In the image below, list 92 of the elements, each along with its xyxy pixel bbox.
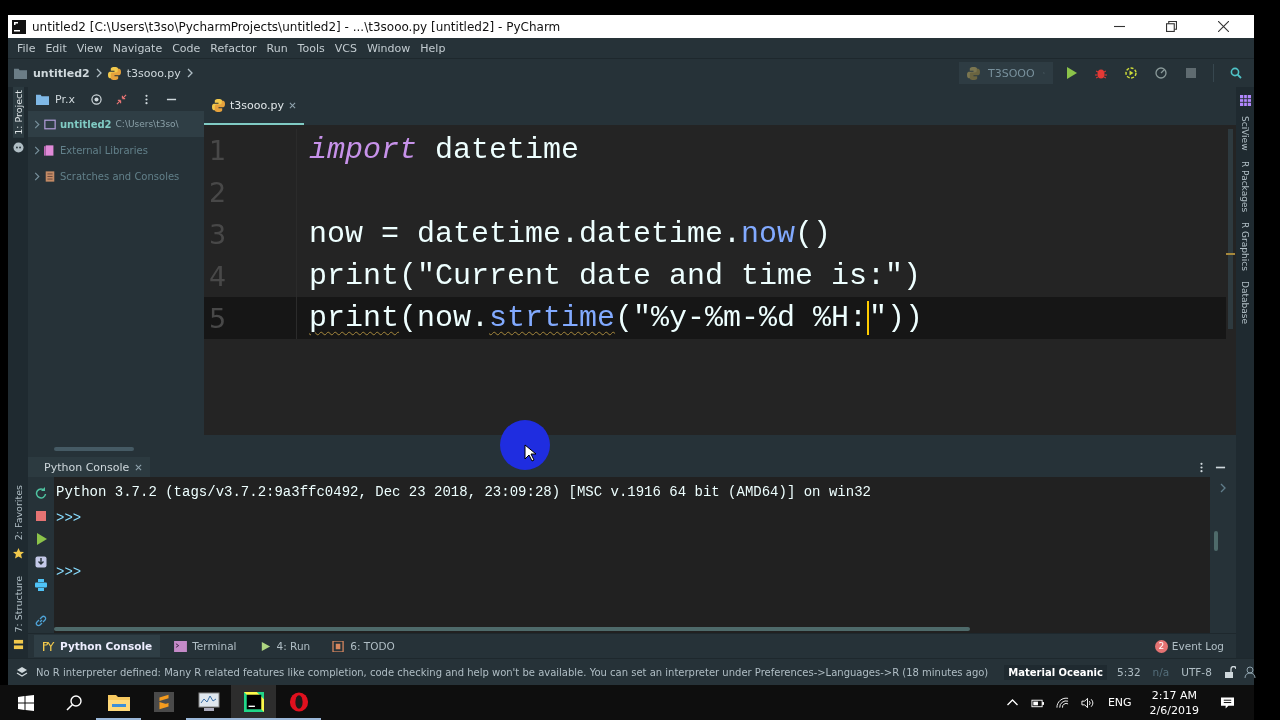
menu-item[interactable]: Tools bbox=[292, 41, 330, 55]
tool-window-tab[interactable]: 2: Favorites bbox=[12, 482, 24, 544]
chevron-right-icon bbox=[34, 145, 40, 155]
editor-tab[interactable]: t3sooo.py bbox=[204, 87, 305, 125]
download-icon[interactable] bbox=[35, 556, 47, 568]
grid-icon bbox=[1239, 95, 1251, 106]
folder-icon bbox=[36, 92, 49, 106]
menu-item[interactable]: Run bbox=[261, 41, 293, 55]
chevron-right-icon bbox=[186, 68, 193, 78]
tool-window-tab[interactable]: R Packages bbox=[1240, 160, 1250, 212]
tool-window-tab[interactable]: SciView bbox=[1240, 116, 1250, 151]
tool-tab[interactable]: Terminal bbox=[166, 635, 245, 657]
tool-window-tab[interactable]: 1: Project bbox=[12, 87, 24, 138]
tool-window-tab[interactable]: 7: Structure bbox=[12, 572, 24, 635]
notes-icon bbox=[44, 170, 56, 182]
tool-tab[interactable]: 4: Run bbox=[250, 635, 319, 657]
chevron-right-icon[interactable] bbox=[1220, 483, 1226, 493]
mouse-pointer-icon bbox=[524, 444, 536, 462]
wifi-icon[interactable] bbox=[1055, 696, 1069, 709]
tool-tab[interactable]: Python Console bbox=[34, 635, 161, 657]
breadcrumb-item[interactable]: t3sooo.py bbox=[126, 66, 181, 80]
search-icon[interactable] bbox=[66, 694, 82, 711]
encoding-label[interactable]: UTF-8 bbox=[1179, 666, 1214, 678]
printer-icon[interactable] bbox=[35, 579, 47, 591]
tool-window-tab[interactable]: Database bbox=[1240, 280, 1250, 324]
restore-icon[interactable] bbox=[1166, 21, 1177, 32]
tree-item[interactable]: untitled2 C:\Users\t3so\ bbox=[28, 111, 204, 137]
python-file-icon bbox=[212, 98, 225, 112]
pycharm-icon[interactable] bbox=[231, 685, 276, 720]
python-file-icon bbox=[107, 66, 121, 80]
console-tab[interactable]: Python Console bbox=[28, 457, 151, 477]
chevron-right-icon bbox=[34, 171, 40, 181]
android-icon bbox=[12, 141, 24, 153]
panel-title[interactable]: Pr.x bbox=[55, 92, 75, 106]
target-icon[interactable] bbox=[90, 93, 102, 105]
tool-window-tab[interactable]: R Graphics bbox=[1240, 221, 1250, 271]
search-icon[interactable] bbox=[1230, 67, 1242, 79]
python-console-icon bbox=[42, 640, 55, 652]
speaker-icon[interactable] bbox=[1080, 696, 1094, 709]
coverage-icon[interactable] bbox=[1125, 67, 1137, 79]
layers-icon bbox=[16, 666, 28, 678]
windows-icon[interactable] bbox=[18, 694, 34, 711]
window-title: untitled2 [C:\Users\t3so\PycharmProjects\untitled2] - ...\t3sooo.py [untitled2] - PyCharm bbox=[32, 19, 561, 34]
profiler-icon[interactable] bbox=[1155, 67, 1167, 79]
caret-position[interactable]: 5:32 bbox=[1115, 666, 1143, 678]
stop-icon[interactable] bbox=[1185, 67, 1197, 79]
run-icon[interactable] bbox=[1065, 67, 1077, 79]
close-icon[interactable] bbox=[289, 101, 297, 109]
tool-tab[interactable]: 6: TODO bbox=[324, 635, 403, 657]
folder-icon bbox=[14, 66, 27, 80]
menu-item[interactable]: VCS bbox=[329, 41, 362, 55]
console-prompt: >>> bbox=[56, 510, 83, 528]
bug-icon[interactable] bbox=[1095, 67, 1107, 79]
rerun-icon[interactable] bbox=[35, 487, 47, 499]
chevron-right-icon bbox=[34, 119, 40, 129]
event-log-button[interactable]: 2 Event Log bbox=[1154, 639, 1224, 653]
menu-item[interactable]: Edit bbox=[40, 41, 72, 55]
star-icon bbox=[12, 547, 24, 559]
code-line: now = datetime.datetime.now() bbox=[309, 217, 832, 251]
link-icon[interactable] bbox=[35, 615, 47, 627]
code-line: print("Current date and time is:") bbox=[309, 259, 922, 293]
structure-icon bbox=[12, 639, 24, 650]
todo-icon bbox=[332, 640, 346, 652]
code-line: import datetime bbox=[309, 133, 580, 167]
menu-item[interactable]: Help bbox=[415, 41, 451, 55]
breadcrumb-item[interactable]: untitled2 bbox=[33, 66, 90, 80]
menu-item[interactable]: Code bbox=[167, 41, 206, 55]
theme-label[interactable]: Material Oceanic bbox=[1004, 664, 1107, 680]
language-indicator[interactable]: ENG bbox=[1107, 696, 1132, 709]
menu-item[interactable]: Navigate bbox=[107, 41, 168, 55]
python-icon bbox=[967, 66, 980, 80]
close-icon[interactable] bbox=[1218, 21, 1229, 32]
library-icon bbox=[44, 144, 56, 156]
console-prompt: >>> bbox=[56, 564, 83, 582]
code-line: print(now.strtime("%y-%m-%d %H:")) bbox=[309, 301, 924, 335]
folder-icon bbox=[44, 118, 56, 130]
menu-item[interactable]: View bbox=[71, 41, 108, 55]
terminal-icon bbox=[174, 640, 188, 652]
console-output: Python 3.7.2 (tags/v3.7.2:9a3ffc0492, Dec 23 2018, 23:09:28) [MSC v.1916 64 bit (AMD64)] on win32 bbox=[56, 484, 872, 502]
menu-item[interactable]: Window bbox=[361, 41, 416, 55]
chevron-right-icon bbox=[95, 68, 102, 78]
stop-icon[interactable] bbox=[35, 510, 47, 522]
menu-item[interactable]: File bbox=[12, 41, 41, 55]
collapse-icon[interactable] bbox=[115, 93, 127, 105]
app-icon bbox=[12, 19, 26, 34]
notification-icon[interactable] bbox=[1221, 696, 1234, 709]
inspector-icon[interactable] bbox=[1243, 666, 1256, 678]
status-message: No R interpreter defined: Many R related features like completion, code checking and help won't be available. You can set an interpreter under Preferences->Languages->R (18 minutes ago) bbox=[36, 666, 989, 678]
clock[interactable]: 2:17 AM 2/6/2019 bbox=[1149, 687, 1199, 718]
menu-item[interactable]: Refactor bbox=[205, 41, 262, 55]
lock-icon[interactable] bbox=[1223, 666, 1236, 678]
run-icon[interactable] bbox=[35, 533, 47, 545]
